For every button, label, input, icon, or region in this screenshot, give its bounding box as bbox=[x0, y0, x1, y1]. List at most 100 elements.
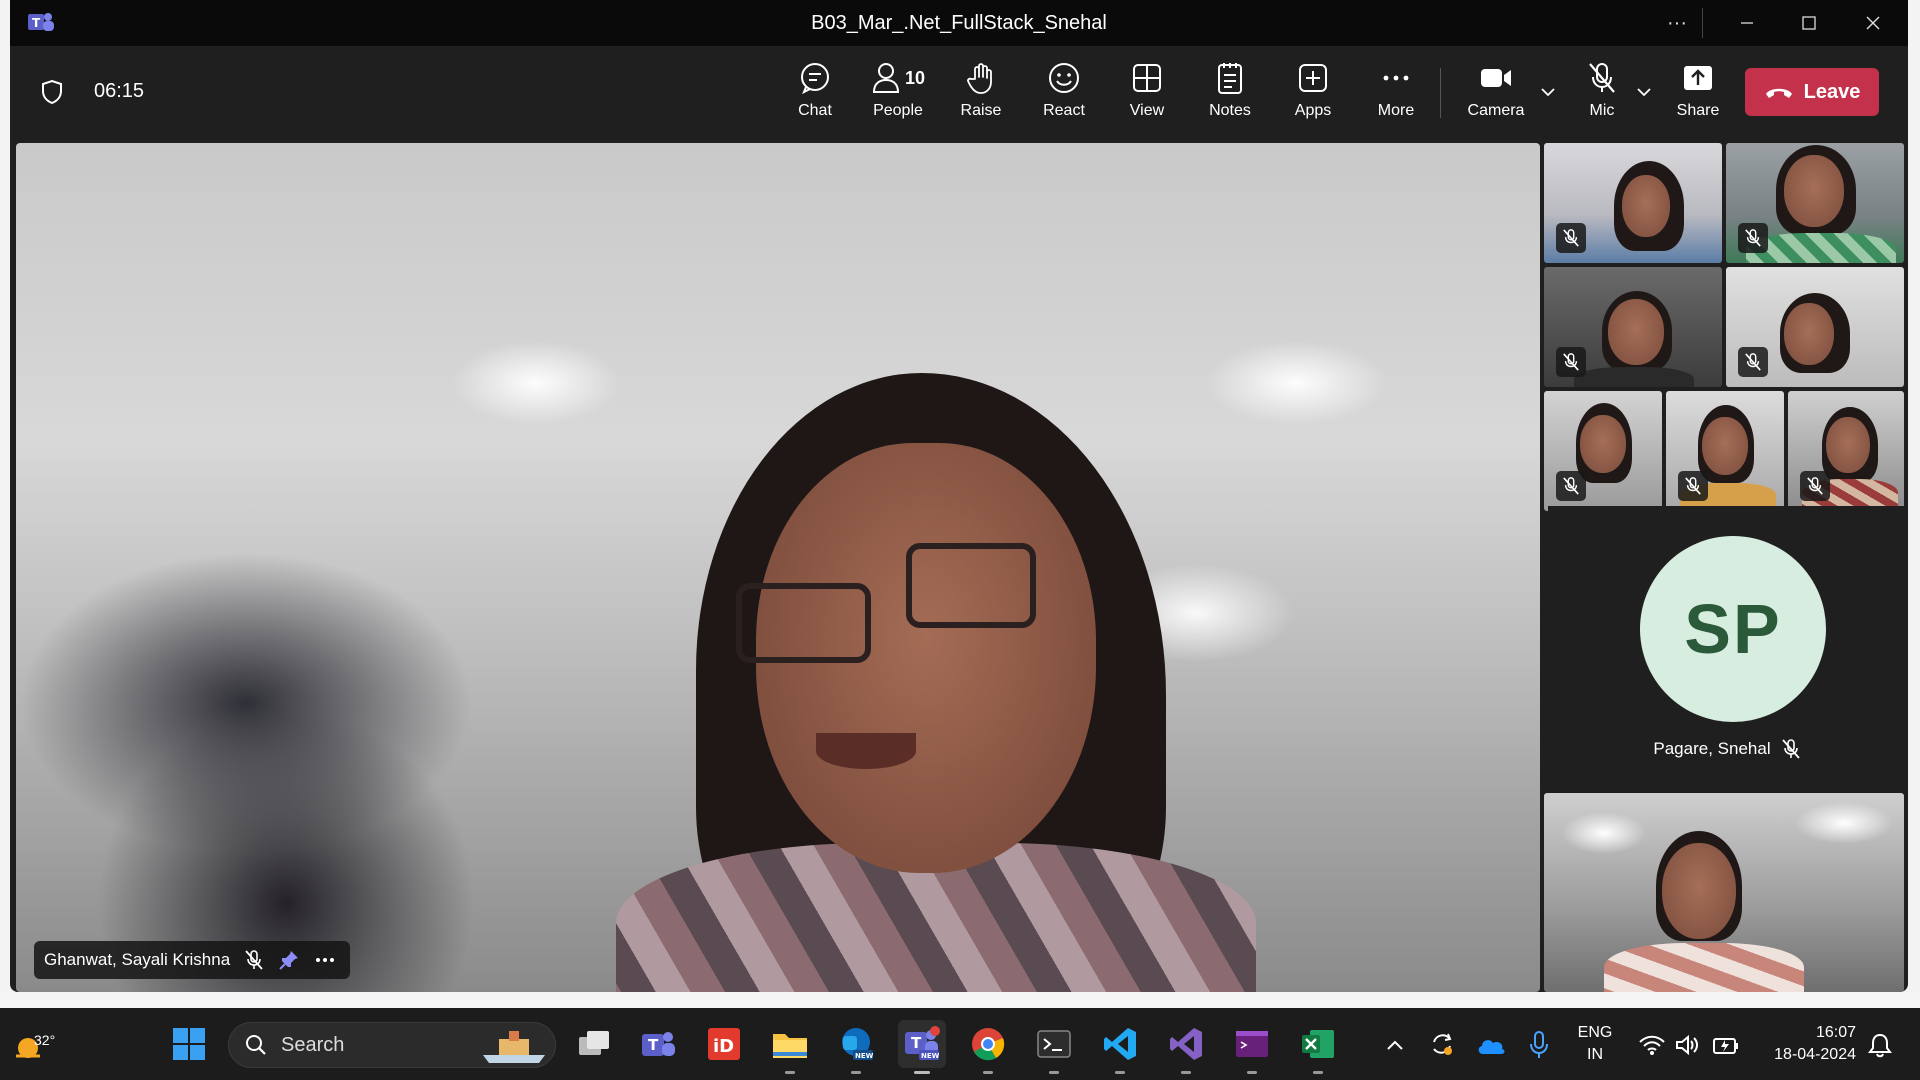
teams-new-icon: TNEW bbox=[905, 1026, 940, 1060]
teams-new-taskbar-button[interactable]: T NEW bbox=[898, 1020, 946, 1074]
notes-button[interactable]: Notes bbox=[1194, 60, 1266, 130]
share-screen-icon bbox=[1684, 66, 1712, 90]
titlebar-divider bbox=[1702, 8, 1703, 38]
shield-icon bbox=[42, 79, 62, 105]
participant-video-tile[interactable] bbox=[1726, 267, 1904, 387]
participant-video-tile[interactable] bbox=[1544, 143, 1722, 263]
language-code: ENG bbox=[1577, 1024, 1613, 1041]
participant-more-icon[interactable] bbox=[314, 949, 336, 971]
mic-off-icon bbox=[1745, 353, 1761, 371]
svg-text:NEW: NEW bbox=[855, 1052, 874, 1060]
self-face bbox=[1662, 843, 1736, 939]
task-view-icon bbox=[579, 1031, 609, 1055]
onedrive-cloud-icon[interactable] bbox=[1476, 1034, 1506, 1056]
leave-label: Leave bbox=[1803, 80, 1861, 103]
raise-hand-button[interactable]: Raise bbox=[945, 60, 1017, 130]
react-button[interactable]: React bbox=[1028, 60, 1100, 130]
maximize-button[interactable] bbox=[1778, 0, 1840, 46]
running-indicator bbox=[1049, 1071, 1059, 1074]
svg-text:iD: iD bbox=[713, 1036, 734, 1057]
view-button[interactable]: View bbox=[1111, 60, 1183, 130]
running-indicator bbox=[785, 1071, 795, 1074]
language-indicator[interactable]: ENG IN bbox=[1570, 1022, 1620, 1066]
battery-charging-icon[interactable] bbox=[1712, 1034, 1740, 1056]
participant-face bbox=[1784, 303, 1834, 365]
more-options-button[interactable]: ··· bbox=[1646, 0, 1708, 46]
task-view-button[interactable] bbox=[570, 1020, 618, 1068]
clock-time: 16:07 bbox=[1815, 1024, 1856, 1041]
weather-temp: 32° bbox=[34, 1032, 56, 1048]
teams-classic-taskbar-button[interactable]: T bbox=[634, 1020, 682, 1068]
terminal-icon bbox=[1037, 1030, 1071, 1058]
camera-chevron-down-icon[interactable] bbox=[1540, 86, 1556, 98]
tile-mute-indicator bbox=[1556, 347, 1586, 377]
system-clock[interactable]: 16:07 18-04-2024 bbox=[1756, 1022, 1856, 1066]
notification-bell-icon[interactable] bbox=[1868, 1032, 1892, 1058]
vscode-taskbar-button[interactable] bbox=[1096, 1020, 1144, 1074]
wifi-icon[interactable] bbox=[1638, 1034, 1666, 1056]
participant-face bbox=[1702, 417, 1748, 475]
minimize-button[interactable] bbox=[1716, 0, 1778, 46]
svg-text:NEW: NEW bbox=[921, 1052, 940, 1060]
speaker-name-tag: Ghanwat, Sayali Krishna bbox=[34, 941, 351, 979]
more-button[interactable]: More bbox=[1360, 60, 1432, 130]
chrome-taskbar-button[interactable] bbox=[964, 1020, 1012, 1074]
mic-button[interactable]: Mic bbox=[1566, 60, 1638, 130]
participant-video-tile[interactable] bbox=[1788, 391, 1904, 511]
running-indicator bbox=[1313, 1071, 1323, 1074]
raise-label: Raise bbox=[960, 102, 1002, 119]
chat-label: Chat bbox=[798, 102, 832, 119]
close-window-button[interactable] bbox=[1842, 0, 1904, 46]
search-placeholder: Search bbox=[281, 1033, 345, 1056]
apps-button[interactable]: Apps bbox=[1277, 60, 1349, 130]
tile-mute-indicator bbox=[1738, 347, 1768, 377]
file-explorer-taskbar-button[interactable] bbox=[766, 1020, 814, 1074]
volume-icon[interactable] bbox=[1674, 1033, 1700, 1057]
share-button[interactable]: Share bbox=[1662, 60, 1734, 130]
participant-face bbox=[1622, 175, 1670, 237]
leave-button[interactable]: Leave bbox=[1745, 68, 1879, 116]
participant-avatar-tile[interactable]: SP Pagare, Snehal bbox=[1548, 506, 1906, 790]
chevron-up-icon[interactable] bbox=[1385, 1038, 1405, 1052]
more-label: More bbox=[1377, 102, 1415, 119]
share-label: Share bbox=[1676, 102, 1720, 119]
weather-widget[interactable]: 32° bbox=[12, 1022, 72, 1068]
participant-video-tile[interactable] bbox=[1666, 391, 1784, 511]
camera-button[interactable]: Camera bbox=[1460, 60, 1532, 130]
search-icon bbox=[246, 1035, 266, 1055]
self-video-tile[interactable] bbox=[1544, 793, 1904, 992]
participant-video-tile[interactable] bbox=[1726, 143, 1904, 263]
active-indicator bbox=[914, 1071, 930, 1074]
dev-prompt-icon bbox=[1236, 1031, 1268, 1057]
mic-off-icon bbox=[1807, 477, 1823, 495]
idesign-taskbar-button[interactable]: iD bbox=[700, 1020, 748, 1068]
maximize-icon bbox=[1802, 16, 1816, 30]
chat-button[interactable]: Chat bbox=[779, 60, 851, 130]
outlook-taskbar-button[interactable]: NEW bbox=[832, 1020, 880, 1074]
excel-taskbar-button[interactable] bbox=[1294, 1020, 1342, 1074]
sync-icon[interactable] bbox=[1428, 1030, 1456, 1058]
pin-icon[interactable] bbox=[278, 949, 300, 971]
visual-studio-icon bbox=[1170, 1028, 1202, 1060]
apps-label: Apps bbox=[1294, 102, 1332, 119]
microphone-icon[interactable] bbox=[1528, 1030, 1550, 1060]
main-speaker-video[interactable]: Ghanwat, Sayali Krishna bbox=[16, 143, 1540, 992]
start-button[interactable] bbox=[165, 1020, 213, 1068]
title-bar: T B03_Mar_.Net_FullStack_Snehal ··· bbox=[10, 0, 1908, 46]
taskbar-search[interactable]: Search bbox=[228, 1022, 556, 1068]
participant-video-tile[interactable] bbox=[1544, 391, 1662, 511]
mic-chevron-down-icon[interactable] bbox=[1636, 86, 1652, 98]
self-shirt bbox=[1604, 943, 1804, 992]
terminal-taskbar-button[interactable] bbox=[1030, 1020, 1078, 1074]
outlook-new-icon: NEW bbox=[842, 1028, 874, 1060]
people-button[interactable]: 10 People bbox=[862, 60, 934, 130]
developer-prompt-taskbar-button[interactable] bbox=[1228, 1020, 1276, 1074]
close-icon bbox=[1866, 16, 1880, 30]
running-indicator bbox=[1181, 1071, 1191, 1074]
participant-video-tile[interactable] bbox=[1544, 267, 1722, 387]
notes-label: Notes bbox=[1209, 102, 1251, 119]
teams-meeting-window: T B03_Mar_.Net_FullStack_Snehal ··· 06:1… bbox=[10, 0, 1908, 992]
visual-studio-taskbar-button[interactable] bbox=[1162, 1020, 1210, 1074]
people-label: People bbox=[873, 102, 923, 119]
mic-off-icon bbox=[1781, 739, 1800, 759]
